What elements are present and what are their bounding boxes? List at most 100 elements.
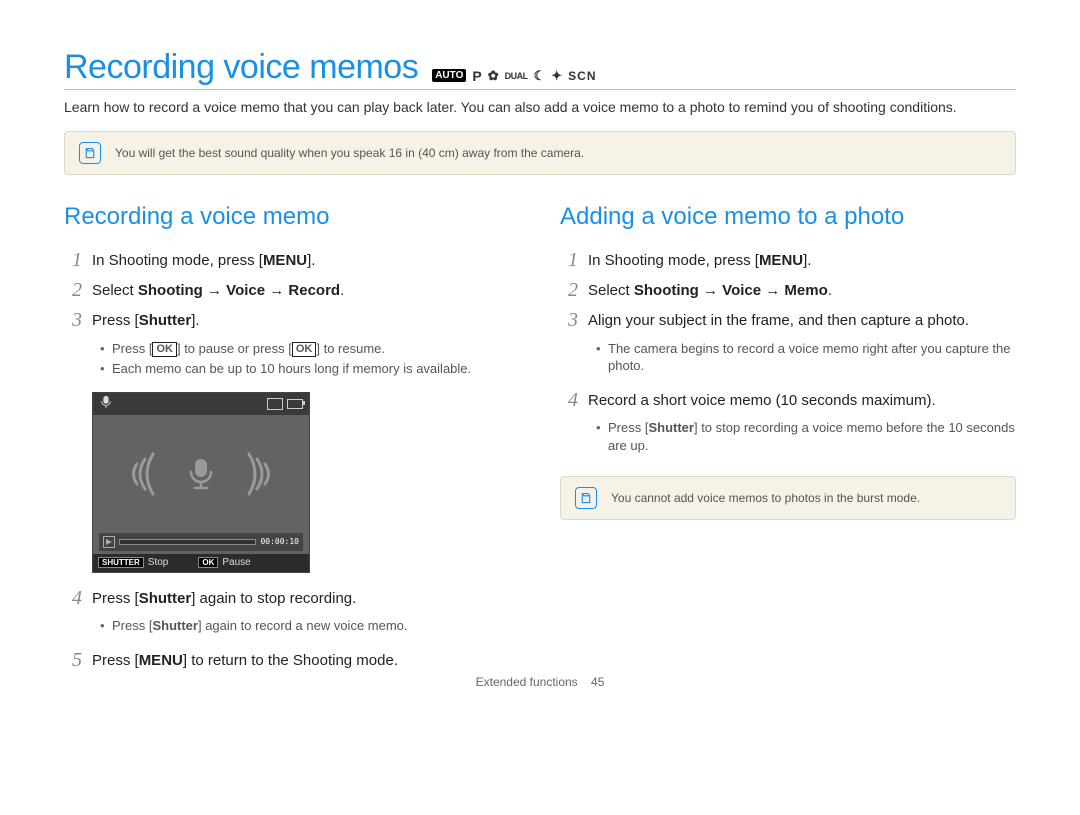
t: Press [ <box>608 420 648 435</box>
shutter-kbd: Shutter <box>139 312 192 329</box>
t: ]. <box>191 312 199 329</box>
step-text: In Shooting mode, press [MENU]. <box>92 249 520 271</box>
footer-page-number: 45 <box>591 675 604 689</box>
page-title: Recording voice memos <box>64 48 418 87</box>
list-item: Each memo can be up to 10 hours long if … <box>100 360 520 378</box>
step-number: 4 <box>560 389 578 411</box>
right-step-4: 4 Record a short voice memo (10 seconds … <box>560 389 1016 411</box>
battery-icon <box>287 399 303 409</box>
t: ] to pause or press [ <box>177 341 292 356</box>
step-number: 4 <box>64 587 82 609</box>
step-text: Select Shooting → Voice → Record. <box>92 279 520 301</box>
shutter-kbd: Shutter <box>139 590 192 607</box>
step-number: 3 <box>560 309 578 331</box>
left-column: Recording a voice memo 1 In Shooting mod… <box>64 203 520 679</box>
t: Press [ <box>112 341 152 356</box>
right-step4-sub: Press [Shutter] to stop recording a voic… <box>596 419 1016 454</box>
step-text: Record a short voice memo (10 seconds ma… <box>588 389 1016 411</box>
mode-smart-icon: ✿ <box>488 68 499 84</box>
left-step-2: 2 Select Shooting → Voice → Record. <box>64 279 520 301</box>
t: ] again to stop recording. <box>191 590 356 607</box>
list-item: Press [Shutter] to stop recording a voic… <box>596 419 1016 454</box>
footer-section: Extended functions <box>476 675 578 689</box>
stop-hint: SHUTTER Stop <box>93 554 173 572</box>
ok-kbd: OK <box>198 557 218 568</box>
step-number: 1 <box>560 249 578 271</box>
step-number: 1 <box>64 249 82 271</box>
pause-label: Pause <box>222 557 250 568</box>
sound-waves-right-icon <box>239 444 279 504</box>
t: In Shooting mode, press [ <box>588 252 759 269</box>
stop-label: Stop <box>148 557 169 568</box>
t: Press [ <box>92 590 139 607</box>
t: ] to resume. <box>316 341 385 356</box>
manual-page: Recording voice memos AUTO P ✿ DUAL ☾ ✦ … <box>0 0 1080 709</box>
step-text: Align your subject in the frame, and the… <box>588 309 1016 331</box>
left-step-5: 5 Press [MENU] to return to the Shooting… <box>64 649 520 671</box>
step-number: 3 <box>64 309 82 331</box>
t: ]. <box>803 252 811 269</box>
elapsed-time: 00:00:10 <box>260 537 299 546</box>
left-step-1: 1 In Shooting mode, press [MENU]. <box>64 249 520 271</box>
right-step3-sub: The camera begins to record a voice memo… <box>596 340 1016 375</box>
t: ] to return to the Shooting mode. <box>183 652 398 669</box>
lcd-statusbar <box>93 393 309 415</box>
mode-auto-icon: AUTO <box>432 69 466 82</box>
shutter-kbd: SHUTTER <box>98 557 144 568</box>
menu-kbd: MENU <box>759 252 803 269</box>
shutter-kbd: Shutter <box>152 618 198 633</box>
mode-dual-icon: DUAL <box>505 71 528 81</box>
t: Press [ <box>92 652 139 669</box>
menu-kbd: MENU <box>139 652 183 669</box>
intro-text: Learn how to record a voice memo that yo… <box>64 98 1016 117</box>
note-bottom: You cannot add voice memos to photos in … <box>560 476 1016 520</box>
left-step-3: 3 Press [Shutter]. <box>64 309 520 331</box>
note-top: You will get the best sound quality when… <box>64 131 1016 175</box>
t: ] again to record a new voice memo. <box>198 618 408 633</box>
mode-scn-icon: SCN <box>568 69 596 83</box>
right-heading: Adding a voice memo to a photo <box>560 203 1016 231</box>
menu-kbd: MENU <box>263 252 307 269</box>
t: Press [ <box>92 312 139 329</box>
sound-waves-left-icon <box>123 444 163 504</box>
step-number: 2 <box>64 279 82 301</box>
mode-icons: AUTO P ✿ DUAL ☾ ✦ SCN <box>432 68 596 84</box>
page-footer: Extended functions 45 <box>0 675 1080 689</box>
step-text: Select Shooting → Voice → Memo. <box>588 279 1016 301</box>
card-icon <box>267 398 283 410</box>
t: Press [ <box>112 618 152 633</box>
columns: Recording a voice memo 1 In Shooting mod… <box>64 203 1016 679</box>
mode-beauty-icon: ✦ <box>551 68 562 84</box>
note-icon <box>79 142 101 164</box>
note-icon <box>575 487 597 509</box>
note-top-text: You will get the best sound quality when… <box>115 146 584 160</box>
ok-kbd: OK <box>152 342 177 357</box>
right-step-3: 3 Align your subject in the frame, and t… <box>560 309 1016 331</box>
left-step3-sub: Press [OK] to pause or press [OK] to res… <box>100 340 520 378</box>
t: Select <box>588 282 634 299</box>
microphone-icon <box>183 456 219 492</box>
lcd-right-icons <box>267 398 303 410</box>
play-icon <box>103 536 115 548</box>
left-step-4: 4 Press [Shutter] again to stop recordin… <box>64 587 520 609</box>
mic-icon <box>99 395 113 412</box>
mode-night-icon: ☾ <box>534 68 546 84</box>
right-column: Adding a voice memo to a photo 1 In Shoo… <box>560 203 1016 679</box>
progress-bar <box>119 539 256 545</box>
t: . <box>828 282 832 299</box>
pause-hint: OK Pause <box>193 554 255 572</box>
right-step-1: 1 In Shooting mode, press [MENU]. <box>560 249 1016 271</box>
t: . <box>340 282 344 299</box>
note-bottom-text: You cannot add voice memos to photos in … <box>611 491 920 505</box>
right-step-2: 2 Select Shooting → Voice → Memo. <box>560 279 1016 301</box>
t: ]. <box>307 252 315 269</box>
step-number: 5 <box>64 649 82 671</box>
title-row: Recording voice memos AUTO P ✿ DUAL ☾ ✦ … <box>64 48 1016 90</box>
shutter-kbd: Shutter <box>648 420 694 435</box>
lcd-progress: 00:00:10 <box>99 533 303 551</box>
lcd-preview: 00:00:10 SHUTTER Stop OK Pause <box>92 392 310 573</box>
step-number: 2 <box>560 279 578 301</box>
step-text: Press [Shutter] again to stop recording. <box>92 587 520 609</box>
step-text: Press [Shutter]. <box>92 309 520 331</box>
step-text: In Shooting mode, press [MENU]. <box>588 249 1016 271</box>
